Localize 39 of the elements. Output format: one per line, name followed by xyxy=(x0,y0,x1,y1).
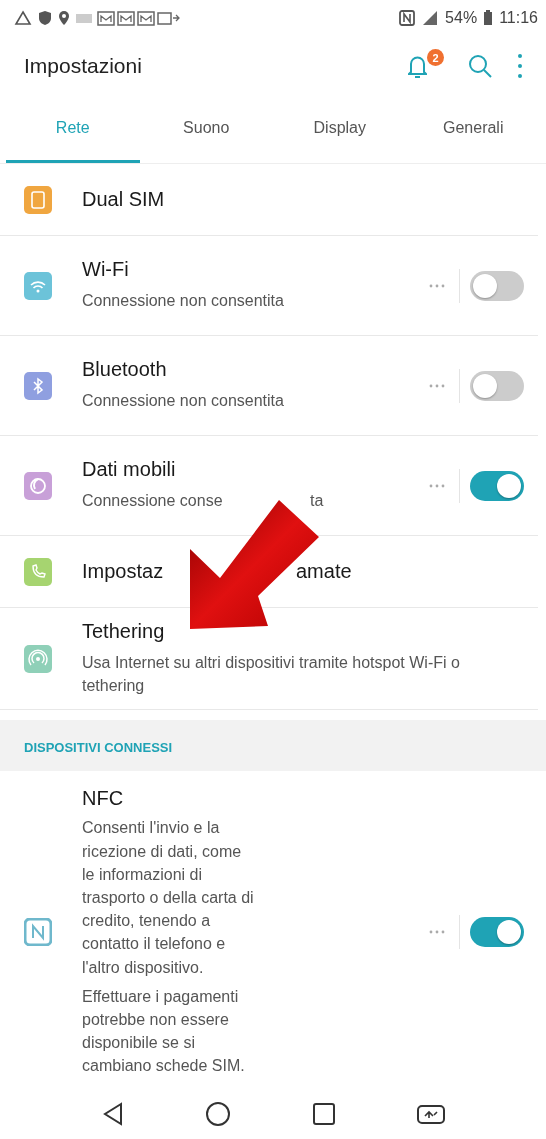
setting-title[interactable]: Tethering xyxy=(82,620,522,643)
setting-description: Effettuare i pagamenti potrebbe non essere disponibile se si cambiano schede SIM. xyxy=(82,986,246,1077)
search-icon[interactable] xyxy=(466,52,494,80)
warning-icon xyxy=(14,10,32,26)
signal-icon xyxy=(421,10,440,26)
more-options-icon[interactable] xyxy=(427,382,447,389)
notification-badge: 2 xyxy=(427,49,444,66)
setting-title[interactable]: Dual SIM xyxy=(82,188,522,211)
toggle-switch[interactable] xyxy=(470,270,524,301)
setting-title[interactable]: Wi-Fi xyxy=(82,258,427,282)
setting-subtitle: Connessione conse ta xyxy=(82,491,325,512)
setting-description: Consenti l'invio e la ricezione di dati, come le informazioni di trasporto o della carta di credito, tenendo a contatto il telefono e l'altro dispositivo. xyxy=(82,818,255,978)
bell-icon[interactable] xyxy=(408,55,427,79)
nfc-status-icon xyxy=(399,10,416,26)
tab[interactable]: Suono xyxy=(139,96,273,163)
tab[interactable]: Generali xyxy=(406,96,540,163)
more-options-icon[interactable] xyxy=(427,929,447,936)
more-options-icon[interactable] xyxy=(427,282,447,289)
battery-percent: 54% xyxy=(445,9,478,27)
toggle-switch[interactable] xyxy=(470,370,524,401)
tab[interactable]: Display xyxy=(273,96,407,163)
setting-subtitle: Usa Internet su altri dispositivi tramite hotspot Wi-Fi o tethering xyxy=(82,653,461,697)
setting-title[interactable]: Bluetooth xyxy=(82,358,427,382)
setting-subtitle: Connessione non consentita xyxy=(82,391,285,412)
setting-subtitle: Connessione non consentita xyxy=(82,291,285,312)
more-menu-icon[interactable] xyxy=(516,52,524,80)
battery-icon xyxy=(483,10,494,26)
setting-title[interactable]: Dati mobili xyxy=(82,458,427,482)
toggle-switch[interactable] xyxy=(470,470,524,501)
page-title: Impostazioni xyxy=(24,54,143,78)
more-options-icon[interactable] xyxy=(427,482,447,489)
section-header: DISPOSITIVI CONNESSI xyxy=(0,720,546,772)
setting-title[interactable]: NFC xyxy=(82,787,255,811)
shield-icon xyxy=(38,10,52,26)
toggle-switch[interactable] xyxy=(470,917,524,948)
location-icon xyxy=(58,10,70,26)
home-icon[interactable] xyxy=(204,1100,233,1128)
setting-title[interactable]: Impostaz amate xyxy=(82,560,522,583)
clock-time: 11:16 xyxy=(499,9,538,27)
